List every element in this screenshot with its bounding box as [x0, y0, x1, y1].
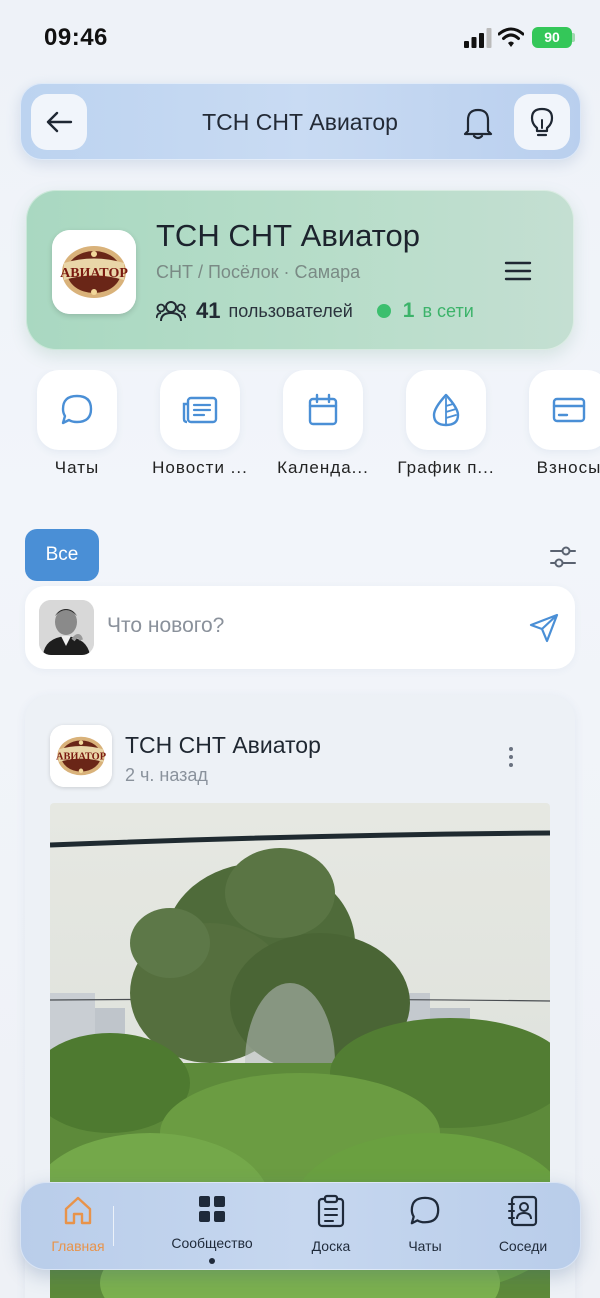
calendar-icon: [308, 393, 338, 426]
card-icon: [552, 397, 586, 423]
aviator-logo-image: АВИАТОР: [50, 725, 112, 787]
bottom-tab-bar: Главная Сообщество Доска Чаты Соседи: [20, 1182, 581, 1270]
community-header-card: АВИАТОР ТСН СНТ Авиатор СНТ / Посёлок · …: [26, 190, 574, 350]
composer-input[interactable]: Что нового?: [107, 614, 224, 638]
community-logo[interactable]: АВИАТОР: [52, 230, 136, 314]
filter-all-chip[interactable]: Все: [25, 529, 99, 581]
tab-label: Главная: [51, 1238, 105, 1254]
signal-icon: [464, 28, 492, 48]
quick-action-calendar[interactable]: Календа...: [267, 370, 379, 480]
quick-action-label: Чаты: [54, 458, 100, 477]
back-button[interactable]: [31, 94, 87, 150]
online-label: в сети: [422, 300, 474, 321]
menu-icon[interactable]: [504, 260, 532, 282]
post-composer[interactable]: Что нового?: [25, 586, 575, 669]
online-count: 1: [402, 299, 415, 322]
quick-action-label: Календа...: [277, 458, 369, 477]
tab-chats[interactable]: Чаты: [370, 1182, 480, 1270]
more-options-icon[interactable]: [501, 745, 521, 769]
notifications-button[interactable]: [460, 103, 496, 143]
users-count: 41: [196, 298, 221, 323]
arrow-left-icon: [46, 111, 73, 133]
send-icon[interactable]: [528, 612, 560, 644]
community-stats: 41 пользователей 1 в сети: [156, 298, 474, 324]
tab-community[interactable]: Сообщество: [157, 1182, 267, 1270]
post-author-name[interactable]: ТСН СНТ Авиатор: [125, 732, 321, 759]
grid-icon: [196, 1192, 228, 1226]
battery-tip: [572, 33, 575, 42]
quick-action-tile[interactable]: [529, 370, 600, 450]
quick-action-tile[interactable]: [283, 370, 363, 450]
user-photo: [39, 600, 94, 655]
news-icon: [182, 396, 218, 424]
tab-label: Соседи: [498, 1238, 548, 1254]
quick-action-news[interactable]: Новости ...: [144, 370, 256, 480]
users-label: пользователей: [228, 300, 353, 321]
quick-action-label: График п...: [397, 458, 495, 477]
quick-action-label: Взносы: [536, 458, 600, 477]
page-title: ТСН СНТ Авиатор: [202, 109, 398, 135]
bell-icon: [463, 108, 493, 140]
tab-home[interactable]: Главная: [23, 1182, 133, 1270]
quick-actions-row: Чаты Новости ... Календа... График п... …: [0, 370, 600, 480]
lightbulb-icon: [530, 107, 554, 137]
active-dot: [209, 1258, 215, 1264]
ideas-button[interactable]: [514, 94, 570, 150]
svg-text:АВИАТОР: АВИАТОР: [60, 266, 128, 281]
quick-action-chats[interactable]: Чаты: [21, 370, 133, 480]
community-meta: СНТ / Посёлок · Самара: [156, 262, 361, 282]
quick-action-schedule[interactable]: График п...: [390, 370, 502, 480]
contacts-icon: [507, 1194, 539, 1228]
drop-icon: [432, 393, 460, 427]
quick-action-tile[interactable]: [160, 370, 240, 450]
aviator-logo-image: АВИАТОР: [52, 230, 136, 314]
quick-action-tile[interactable]: [37, 370, 117, 450]
tab-divider: [113, 1206, 114, 1246]
community-name: ТСН СНТ Авиатор: [156, 218, 420, 253]
top-nav-bar: ТСН СНТ Авиатор: [20, 83, 581, 160]
filter-settings-icon[interactable]: [548, 542, 578, 572]
tab-label: Сообщество: [171, 1235, 253, 1251]
quick-action-label: Новости ...: [152, 458, 248, 477]
home-icon: [62, 1194, 94, 1228]
chat-icon: [61, 394, 93, 425]
chat-icon: [409, 1194, 441, 1228]
status-bar: 09:46 90: [0, 0, 600, 76]
online-indicator: [376, 304, 391, 318]
svg-text:АВИАТОР: АВИАТОР: [56, 752, 107, 763]
clipboard-icon: [315, 1194, 347, 1228]
quick-action-tile[interactable]: [406, 370, 486, 450]
tab-neighbors[interactable]: Соседи: [468, 1182, 578, 1270]
quick-action-fees[interactable]: Взносы: [513, 370, 600, 480]
wifi-icon: [498, 27, 524, 47]
users-icon: [156, 301, 186, 322]
battery-indicator: 90: [532, 27, 572, 48]
status-time: 09:46: [44, 24, 108, 51]
post-author-avatar[interactable]: АВИАТОР: [50, 725, 112, 787]
post-timestamp: 2 ч. назад: [125, 765, 208, 785]
user-avatar[interactable]: [39, 600, 94, 655]
tab-label: Чаты: [408, 1238, 442, 1254]
